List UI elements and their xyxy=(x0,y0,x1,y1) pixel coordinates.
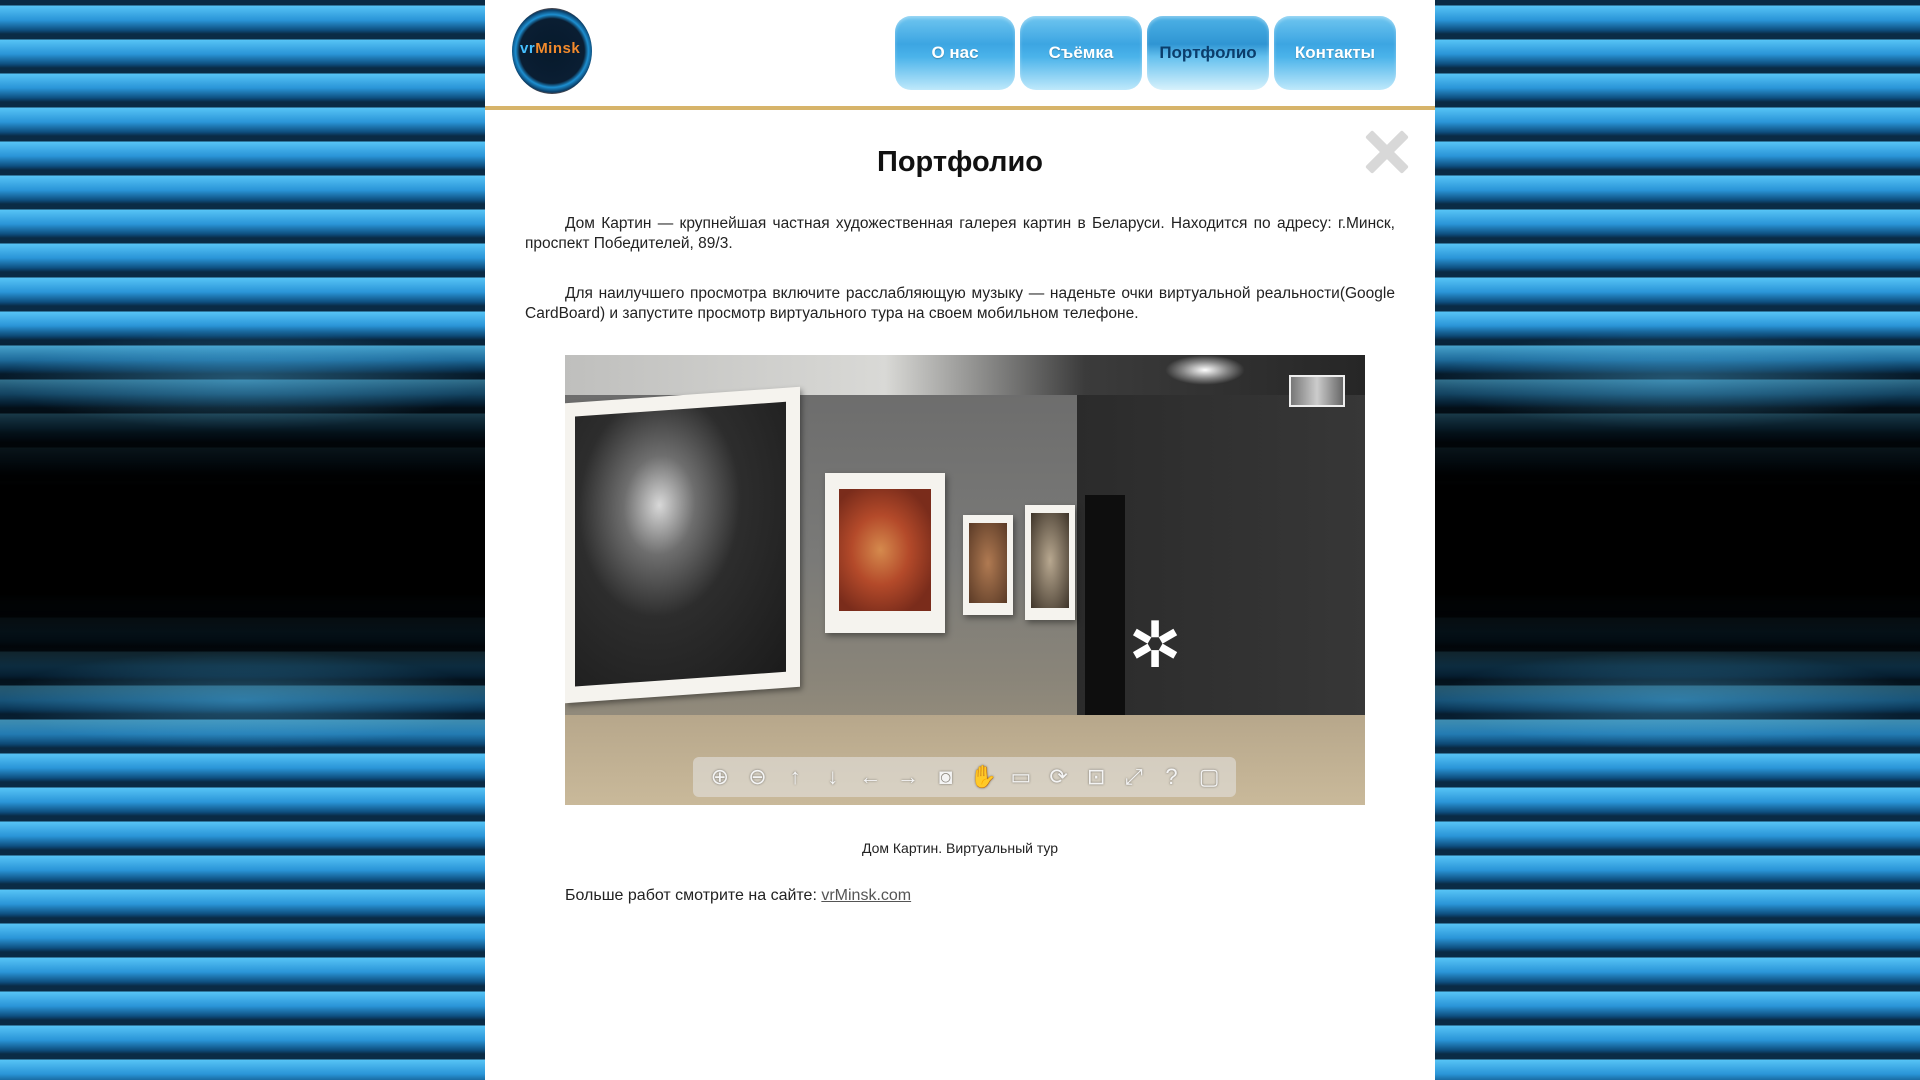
site-link[interactable]: vrMinsk.com xyxy=(821,887,911,904)
header: vrMinsk О нас Съёмка Портфолио Контакты xyxy=(485,0,1435,110)
main-nav: О нас Съёмка Портфолио Контакты xyxy=(895,16,1396,90)
tour-painting xyxy=(825,473,945,633)
content-page: vrMinsk О нас Съёмка Портфолио Контакты … xyxy=(485,0,1435,1080)
spinner-icon: ✲ xyxy=(1128,609,1182,681)
site-logo[interactable]: vrMinsk xyxy=(512,8,592,94)
arrow-down-icon[interactable]: ↓ xyxy=(819,763,847,791)
more-works-text: Больше работ смотрите на сайте: xyxy=(565,887,817,904)
tour-ceiling xyxy=(565,355,1365,395)
painting-art xyxy=(839,489,931,611)
background-glow xyxy=(0,650,485,750)
hand-icon[interactable]: ✋ xyxy=(969,763,997,791)
zoom-out-icon[interactable]: ⊖ xyxy=(743,763,771,791)
virtual-tour-viewer[interactable]: ✲ ⊕ ⊖ ↑ ↓ ← → ◙ ✋ ▭ ⟳ ⊡ ⤢ ? ▢ xyxy=(565,355,1365,805)
logo-text-minsk: Minsk xyxy=(535,40,581,57)
description-paragraph: Дом Картин — крупнейшая частная художест… xyxy=(525,215,1395,252)
tour-painting xyxy=(565,386,800,704)
painting-art xyxy=(575,401,786,687)
more-works: Больше работ смотрите на сайте: vrMinsk.… xyxy=(565,887,911,905)
nav-about-button[interactable]: О нас xyxy=(895,16,1015,90)
hide-toolbar-icon[interactable]: ▢ xyxy=(1195,763,1223,791)
help-icon[interactable]: ? xyxy=(1158,763,1186,791)
tour-caption: Дом Картин. Виртуальный тур xyxy=(861,840,1059,856)
background-left xyxy=(0,0,485,1080)
autorotate-icon[interactable]: ⟳ xyxy=(1045,763,1073,791)
tour-toolbar: ⊕ ⊖ ↑ ↓ ← → ◙ ✋ ▭ ⟳ ⊡ ⤢ ? ▢ xyxy=(693,757,1236,797)
painting-art xyxy=(1031,513,1069,608)
tour-painting xyxy=(1025,505,1075,620)
gyroscope-icon[interactable]: ⊡ xyxy=(1082,763,1110,791)
vr-glasses-icon[interactable]: ◙ xyxy=(932,763,960,791)
arrow-left-icon[interactable]: ← xyxy=(856,763,884,791)
nav-portfolio-button[interactable]: Портфолио xyxy=(1147,16,1269,90)
instructions-paragraph: Для наилучшего просмотра включите рассла… xyxy=(525,285,1395,322)
zoom-in-icon[interactable]: ⊕ xyxy=(706,763,734,791)
nav-contacts-button[interactable]: Контакты xyxy=(1274,16,1396,90)
tour-painting xyxy=(963,515,1013,615)
background-glow xyxy=(1435,650,1920,750)
logo-text: vrMinsk xyxy=(520,40,580,57)
panorama-thumbnail[interactable] xyxy=(1289,375,1345,407)
background-glow xyxy=(0,330,485,430)
logo-text-vr: vr xyxy=(520,40,536,57)
background-right xyxy=(1435,0,1920,1080)
background-glow xyxy=(1435,330,1920,430)
thumbnails-icon[interactable]: ▭ xyxy=(1007,763,1035,791)
page-title: Портфолио xyxy=(876,146,1044,178)
nav-shooting-button[interactable]: Съёмка xyxy=(1020,16,1142,90)
arrow-up-icon[interactable]: ↑ xyxy=(781,763,809,791)
tour-doorway xyxy=(1085,495,1125,715)
arrow-right-icon[interactable]: → xyxy=(894,763,922,791)
tour-ceiling-light xyxy=(1165,355,1245,385)
fullscreen-icon[interactable]: ⤢ xyxy=(1120,763,1148,791)
painting-art xyxy=(969,523,1007,603)
